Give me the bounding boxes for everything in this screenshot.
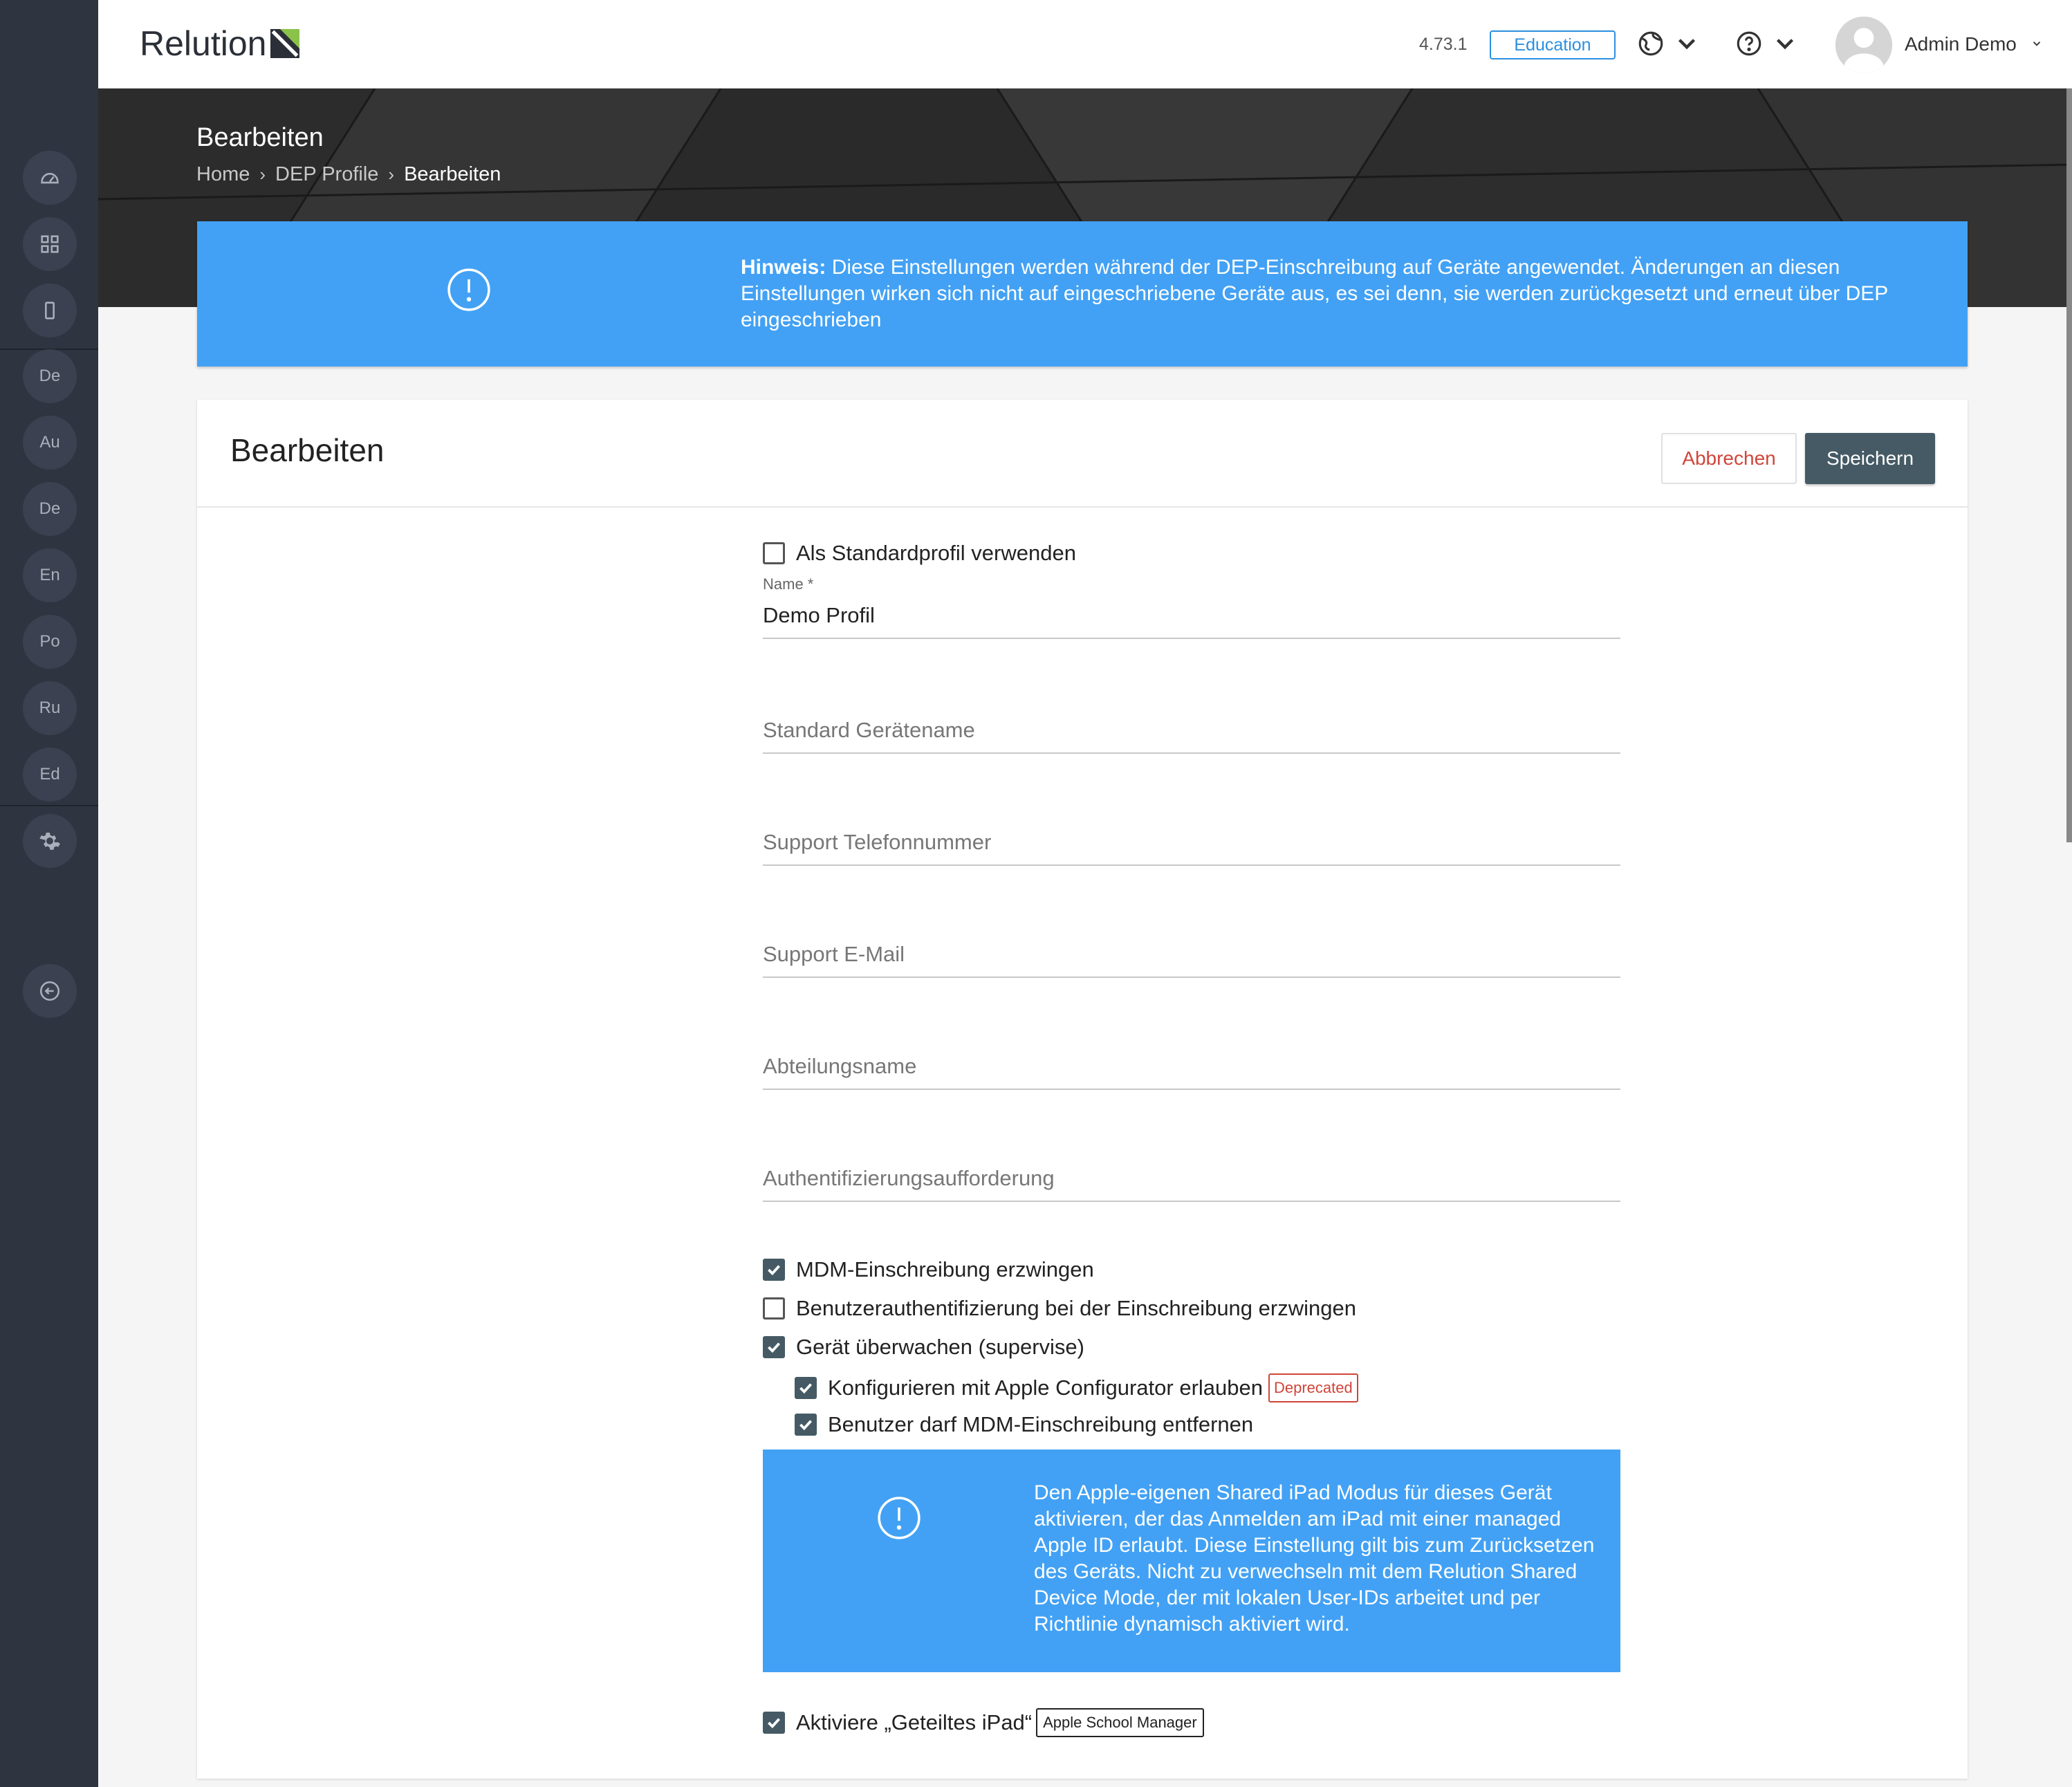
avatar[interactable]	[1835, 17, 1892, 73]
dashboard-icon[interactable]	[23, 151, 77, 205]
default-profile-checkbox[interactable]	[763, 542, 785, 564]
sidebar-item-ru[interactable]: Ru	[23, 681, 77, 735]
top-bar: Relution 4.73.1 Education Admin Demo	[98, 0, 2072, 89]
supervise-row[interactable]: Gerät überwachen (supervise)	[763, 1335, 1084, 1360]
support-email-field[interactable]: Support E-Mail	[763, 942, 1620, 978]
chevron-right-icon: ›	[388, 164, 395, 185]
edit-card: Bearbeiten Abbrechen Speichern Als Stand…	[197, 400, 1968, 1779]
remove-mdm-checkbox[interactable]	[795, 1414, 817, 1436]
version-label: 4.73.1	[1419, 35, 1468, 54]
sidebar: De Au De En Po Ru Ed	[0, 0, 98, 1787]
name-field-label: Name *	[763, 575, 814, 593]
configurator-checkbox[interactable]	[795, 1377, 817, 1399]
breadcrumb-current: Bearbeiten	[404, 163, 501, 185]
language-menu[interactable]	[1636, 29, 1701, 58]
help-icon	[1737, 31, 1761, 56]
shared-ipad-checkbox[interactable]	[763, 1712, 785, 1734]
supervise-checkbox[interactable]	[763, 1336, 785, 1358]
info-banner-text: Hinweis: Diese Einstellungen werden währ…	[741, 256, 1888, 331]
page-scrollbar[interactable]	[2066, 89, 2072, 842]
back-arrow-icon[interactable]	[23, 964, 77, 1018]
sidebar-item-de-2[interactable]: De	[23, 482, 77, 536]
name-field-value[interactable]: Demo Profil	[763, 603, 1620, 628]
checkmark-icon	[768, 1342, 780, 1353]
mdm-enforce-row[interactable]: MDM-Einschreibung erzwingen	[763, 1257, 1094, 1282]
page-title: Bearbeiten	[196, 123, 324, 152]
save-button[interactable]: Speichern	[1805, 433, 1935, 484]
chevron-down-icon[interactable]	[2031, 37, 2043, 50]
breadcrumb-home[interactable]: Home	[196, 163, 250, 186]
user-name[interactable]: Admin Demo	[1905, 33, 2017, 55]
sidebar-item-en[interactable]: En	[23, 548, 77, 602]
sidebar-item-au[interactable]: Au	[23, 416, 77, 470]
sidebar-item-po[interactable]: Po	[23, 615, 77, 669]
shared-ipad-info-banner: Den Apple-eigenen Shared iPad Modus für …	[763, 1450, 1620, 1672]
sidebar-item-ed[interactable]: Ed	[23, 748, 77, 802]
checkmark-icon	[799, 1383, 812, 1394]
info-alert-icon	[878, 1497, 921, 1539]
support-phone-field[interactable]: Support Telefonnummer	[763, 830, 1620, 866]
apple-school-manager-badge: Apple School Manager	[1036, 1708, 1204, 1737]
info-alert-icon	[447, 268, 490, 311]
configurator-row[interactable]: Konfigurieren mit Apple Configurator erl…	[795, 1373, 1358, 1402]
default-profile-checkbox-row[interactable]: Als Standardprofil verwenden	[763, 541, 1076, 566]
deprecated-badge: Deprecated	[1268, 1373, 1358, 1402]
chevron-down-icon	[1776, 39, 1794, 50]
mdm-enforce-checkbox[interactable]	[763, 1259, 785, 1281]
cancel-button[interactable]: Abbrechen	[1661, 433, 1797, 484]
device-name-field[interactable]: Standard Gerätename	[763, 718, 1620, 754]
edition-badge[interactable]: Education	[1490, 30, 1616, 59]
auth-prompt-field[interactable]: Authentifizierungsaufforderung	[763, 1166, 1620, 1202]
shared-ipad-row[interactable]: Aktiviere „Geteiltes iPad“ Apple School …	[763, 1708, 1204, 1737]
chevron-right-icon: ›	[259, 164, 266, 185]
department-field[interactable]: Abteilungsname	[763, 1054, 1620, 1090]
help-menu[interactable]	[1735, 29, 1800, 58]
name-field[interactable]: Name * Demo Profil	[763, 575, 1620, 639]
breadcrumb: Home › DEP Profile › Bearbeiten	[196, 163, 501, 186]
gear-icon[interactable]	[23, 814, 77, 868]
checkmark-icon	[799, 1420, 812, 1431]
relution-logo-mark-icon	[270, 29, 300, 58]
sidebar-item-de-1[interactable]: De	[23, 349, 77, 403]
apps-grid-icon[interactable]	[23, 217, 77, 271]
card-title: Bearbeiten	[230, 432, 385, 468]
info-banner: Hinweis: Diese Einstellungen werden währ…	[197, 221, 1968, 367]
breadcrumb-dep-profile[interactable]: DEP Profile	[275, 163, 378, 186]
checkmark-icon	[768, 1265, 780, 1276]
chevron-down-icon	[1678, 39, 1696, 50]
user-auth-checkbox[interactable]	[763, 1297, 785, 1320]
card-header: Bearbeiten Abbrechen Speichern	[197, 400, 1968, 508]
remove-mdm-row[interactable]: Benutzer darf MDM-Einschreibung entferne…	[795, 1412, 1253, 1437]
checkmark-icon	[768, 1718, 780, 1729]
user-auth-row[interactable]: Benutzerauthentifizierung bei der Einsch…	[763, 1296, 1356, 1321]
shared-ipad-info-text: Den Apple-eigenen Shared iPad Modus für …	[1034, 1481, 1595, 1636]
device-icon[interactable]	[23, 284, 77, 337]
relution-logo[interactable]: Relution	[140, 24, 300, 64]
globe-icon	[1638, 31, 1663, 56]
